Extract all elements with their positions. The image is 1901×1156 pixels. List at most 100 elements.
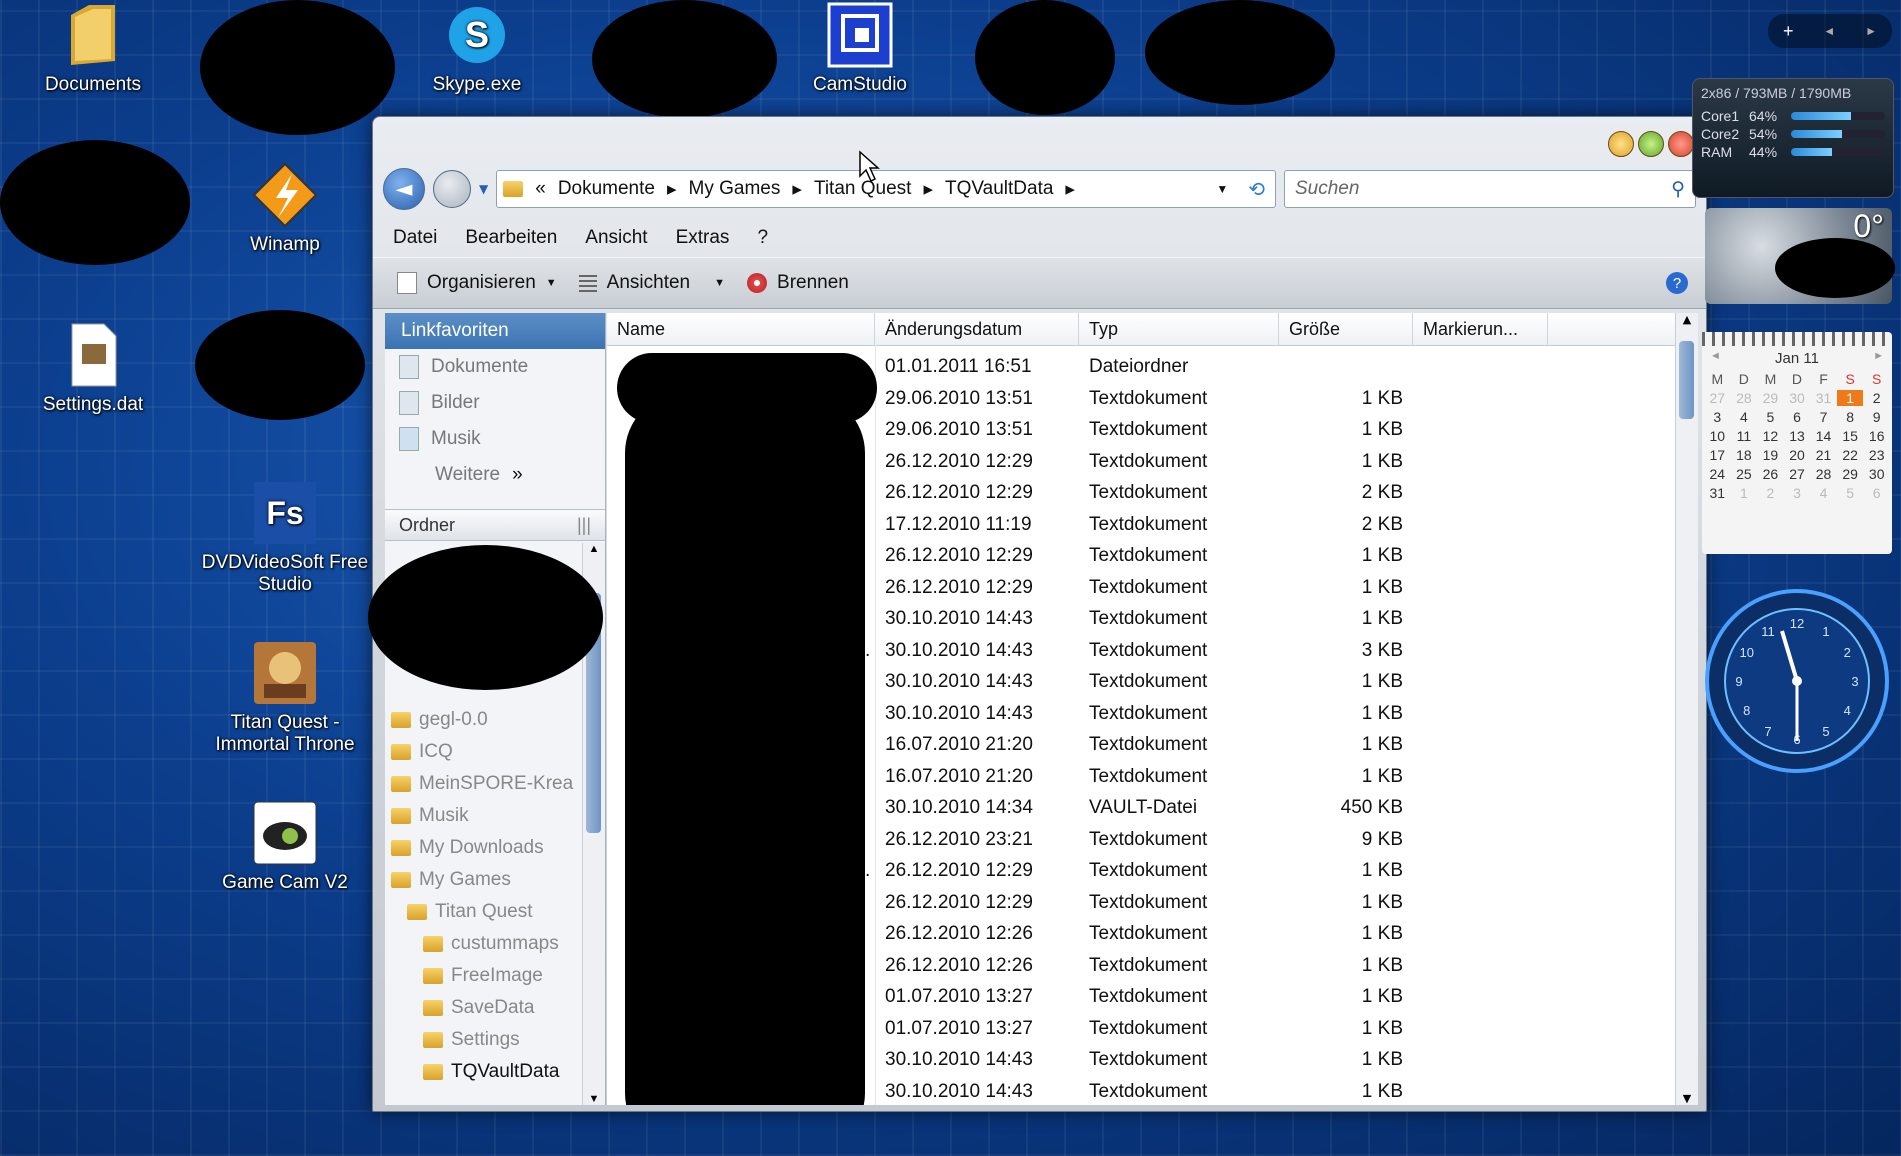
close-button[interactable]	[1668, 131, 1694, 157]
calendar-day[interactable]: 1	[1836, 390, 1864, 406]
calendar-day[interactable]: 1	[1731, 485, 1758, 501]
calendar-day[interactable]: 25	[1731, 466, 1758, 482]
add-gadget-icon[interactable]: +	[1783, 21, 1794, 42]
calendar-day[interactable]: 4	[1810, 485, 1837, 501]
tree-item-my-games[interactable]: My Games	[391, 865, 511, 895]
organize-button[interactable]: Organisieren ▼	[397, 272, 557, 294]
calendar-day[interactable]: 22	[1837, 447, 1864, 463]
favorite-more[interactable]: Weitere »	[385, 457, 605, 493]
tree-item-savedata[interactable]: SaveData	[423, 993, 534, 1023]
scroll-thumb[interactable]	[1679, 341, 1694, 419]
cpu-meter-gadget[interactable]: 2x86 / 793MB / 1790MB Core1 64% Core2 54% RA…	[1692, 78, 1894, 198]
desktop-icon-winamp[interactable]: Winamp	[200, 160, 370, 256]
calendar-day[interactable]: 3	[1784, 485, 1811, 501]
tree-item-custummaps[interactable]: custummaps	[423, 929, 559, 959]
calendar-day[interactable]: 15	[1837, 428, 1864, 444]
previous-icon[interactable]: ◄	[1823, 24, 1835, 38]
calendar-day[interactable]: 19	[1757, 447, 1784, 463]
tree-item-icq[interactable]: ICQ	[391, 737, 453, 767]
folders-header[interactable]: Ordner |||	[385, 509, 605, 541]
calendar-day[interactable]: 9	[1863, 409, 1890, 425]
calendar-day[interactable]: 7	[1810, 409, 1837, 425]
tree-item-freeimage[interactable]: FreeImage	[423, 961, 543, 991]
calendar-day[interactable]: 6	[1784, 409, 1811, 425]
scroll-up-icon[interactable]: ▲	[1676, 313, 1698, 326]
scroll-down-icon[interactable]: ▼	[1676, 1092, 1698, 1105]
minimize-button[interactable]	[1608, 131, 1634, 157]
desktop-icon-skype[interactable]: S Skype.exe	[392, 0, 562, 96]
tree-item-my-downloads[interactable]: My Downloads	[391, 833, 544, 863]
tree-item-gegl[interactable]: gegl-0.0	[391, 705, 488, 735]
desktop-icon-documents[interactable]: Documents	[8, 0, 178, 96]
calendar-day[interactable]: 4	[1731, 409, 1758, 425]
calendar-day[interactable]: 28	[1810, 466, 1837, 482]
breadcrumb-tqvaultdata[interactable]: TQVaultData	[945, 178, 1053, 200]
menu-datei[interactable]: Datei	[393, 227, 437, 249]
calendar-day[interactable]: 2	[1757, 485, 1784, 501]
forward-button[interactable]	[433, 170, 471, 208]
calendar-day[interactable]: 11	[1731, 428, 1758, 444]
calendar-next-icon[interactable]: ►	[1873, 350, 1884, 367]
desktop-icon-settings[interactable]: Settings.dat	[8, 320, 178, 416]
tree-item-settings[interactable]: Settings	[423, 1025, 520, 1055]
back-button[interactable]: ◄	[383, 168, 425, 210]
column-date[interactable]: Änderungsdatum	[875, 313, 1079, 345]
scroll-down-icon[interactable]: ▼	[583, 1093, 605, 1105]
chevron-down-icon[interactable]: ▼	[714, 277, 725, 289]
calendar-day[interactable]: 20	[1784, 447, 1811, 463]
menu-bearbeiten[interactable]: Bearbeiten	[465, 227, 557, 249]
calendar-day[interactable]: 5	[1757, 409, 1784, 425]
breadcrumb-my-games[interactable]: My Games	[689, 178, 781, 200]
calendar-day[interactable]: 29	[1837, 466, 1864, 482]
tree-item-titan-quest[interactable]: Titan Quest	[407, 897, 533, 927]
column-type[interactable]: Typ	[1079, 313, 1279, 345]
file-list-scrollbar[interactable]: ▲ ▼	[1675, 313, 1698, 1105]
calendar-day[interactable]: 24	[1704, 466, 1731, 482]
calendar-day[interactable]: 18	[1731, 447, 1758, 463]
calendar-day[interactable]: 3	[1704, 409, 1731, 425]
menu-help[interactable]: ?	[757, 227, 768, 249]
desktop-icon-gamecam[interactable]: Game Cam V2	[200, 798, 370, 894]
tree-item-tqvaultdata[interactable]: TQVaultData	[423, 1057, 559, 1087]
column-name[interactable]: Name	[607, 313, 875, 345]
calendar-day[interactable]: 30	[1863, 466, 1890, 482]
tree-item-musik[interactable]: Musik	[391, 801, 469, 831]
calendar-day[interactable]: 28	[1731, 390, 1758, 406]
calendar-day[interactable]: 13	[1784, 428, 1811, 444]
burn-button[interactable]: Brennen	[747, 272, 849, 294]
calendar-day[interactable]: 26	[1757, 466, 1784, 482]
next-icon[interactable]: ►	[1865, 24, 1877, 38]
calendar-day[interactable]: 21	[1810, 447, 1837, 463]
tree-item-meinspore[interactable]: MeinSPORE-Krea	[391, 769, 573, 799]
breadcrumb-dokumente[interactable]: Dokumente	[558, 178, 655, 200]
calendar-day[interactable]: 5	[1837, 485, 1864, 501]
views-button[interactable]: Ansichten ▼	[578, 272, 725, 294]
address-dropdown-icon[interactable]: ▼	[1216, 182, 1236, 196]
recent-pages-dropdown-icon[interactable]: ▼	[479, 182, 488, 196]
search-input[interactable]: Suchen ⚲	[1284, 170, 1696, 208]
calendar-day[interactable]: 29	[1757, 390, 1784, 406]
calendar-gadget[interactable]: ◄ Jan 11 ► M D M D F S S 27 28 29 30 31 1 2 3 4 5 6 7 8 9 10 1…	[1702, 332, 1892, 554]
calendar-day[interactable]: 8	[1837, 409, 1864, 425]
search-icon[interactable]: ⚲	[1671, 178, 1685, 201]
column-size[interactable]: Größe	[1279, 313, 1413, 345]
desktop-icon-titanquest[interactable]: Titan Quest - Immortal Throne	[200, 638, 370, 756]
calendar-day[interactable]: 31	[1810, 390, 1837, 406]
desktop-icon-camstudio[interactable]: CamStudio	[775, 0, 945, 96]
column-tags[interactable]: Markierun...	[1413, 313, 1548, 345]
favorite-musik[interactable]: Musik	[385, 421, 605, 457]
calendar-day[interactable]: 27	[1784, 466, 1811, 482]
calendar-day[interactable]: 14	[1810, 428, 1837, 444]
calendar-day[interactable]: 10	[1704, 428, 1731, 444]
calendar-day[interactable]: 16	[1863, 428, 1890, 444]
desktop-icon-dvdvideosoft[interactable]: Fs DVDVideoSoft Free Studio	[200, 478, 370, 596]
maximize-button[interactable]	[1638, 131, 1664, 157]
calendar-prev-icon[interactable]: ◄	[1710, 350, 1721, 367]
calendar-day[interactable]: 2	[1863, 390, 1890, 406]
calendar-day[interactable]: 30	[1784, 390, 1811, 406]
calendar-day[interactable]: 23	[1863, 447, 1890, 463]
calendar-day[interactable]: 27	[1704, 390, 1731, 406]
menu-extras[interactable]: Extras	[676, 227, 730, 249]
calendar-day[interactable]: 6	[1863, 485, 1890, 501]
calendar-day[interactable]: 17	[1704, 447, 1731, 463]
